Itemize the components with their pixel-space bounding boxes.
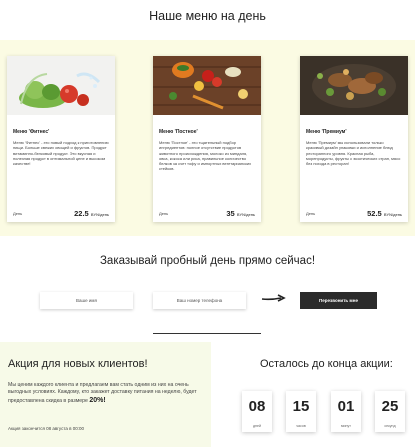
countdown-unit: минут [341,424,351,428]
price-unit: BYN/день [383,212,402,217]
price-value: 22.5 [74,209,89,218]
phone-input[interactable]: Ваш номер телефона [153,292,246,309]
card-price: 35 BYN/день [226,209,255,218]
price-value: 52.5 [367,209,382,218]
countdown-unit: секунд [384,424,396,428]
countdown-value: 25 [381,398,399,415]
card-price: 52.5 BYN/день [367,209,402,218]
salad-photo-icon [7,56,115,115]
promo-title: Акция для новых клиентов! [8,358,148,370]
countdown-title: Осталось до конца акции: [260,358,393,370]
menu-card-lenten[interactable]: Меню 'Постное' Меню 'Постное' - это тщат… [153,56,261,222]
section-divider [153,333,261,334]
card-description: Меню 'Премиум' мы использовали только кр… [306,140,401,167]
promo-end-date: Акция закончится 08 августа в 00:00 [8,426,85,431]
promo-discount: 20%! [89,396,106,404]
order-section-title: Заказывай пробный день прямо сейчас! [99,255,316,267]
arrow-right-icon [261,294,286,302]
countdown-unit: часов [296,424,306,428]
menu-card-premium[interactable]: Меню 'Премиум' Меню 'Премиум' мы использ… [300,56,408,222]
card-title: Меню 'Фитнес' [13,129,50,135]
callback-button[interactable]: Перезвонить мне [300,292,377,309]
countdown-days: 08 дней [242,391,272,432]
menu-section-title: Наше меню на день [149,9,266,23]
countdown-value: 15 [292,398,310,415]
countdown-hours: 15 часов [286,391,316,432]
days-label: День [306,211,316,216]
name-input[interactable]: Ваше имя [40,292,133,309]
countdown-value: 01 [337,398,355,415]
countdown-unit: дней [252,424,262,428]
card-description: Меню 'Постное' - это тщательный подбор и… [159,140,252,172]
menu-card-fitness[interactable]: Меню 'Фитнес' Меню 'Фитнес' - это новый … [7,56,115,222]
countdown-value: 08 [248,398,266,415]
price-value: 35 [226,209,235,218]
promo-text: Мы ценим каждого клиента и предлагаем ва… [8,382,204,405]
card-price: 22.5 BYN/день [74,209,109,218]
countdown-seconds: 25 секунд [375,391,405,432]
price-unit: BYN/день [90,212,109,217]
days-label: День [159,211,169,216]
card-title: Меню 'Премиум' [306,129,347,135]
countdown-minutes: 01 минут [331,391,361,432]
vegetables-photo-icon [153,56,261,115]
meat-dish-photo-icon [300,56,408,115]
card-description: Меню 'Фитнес' - это новый подход к приго… [13,140,109,167]
card-title: Меню 'Постное' [159,129,198,135]
price-unit: BYN/день [236,212,255,217]
days-label: День [13,211,23,216]
